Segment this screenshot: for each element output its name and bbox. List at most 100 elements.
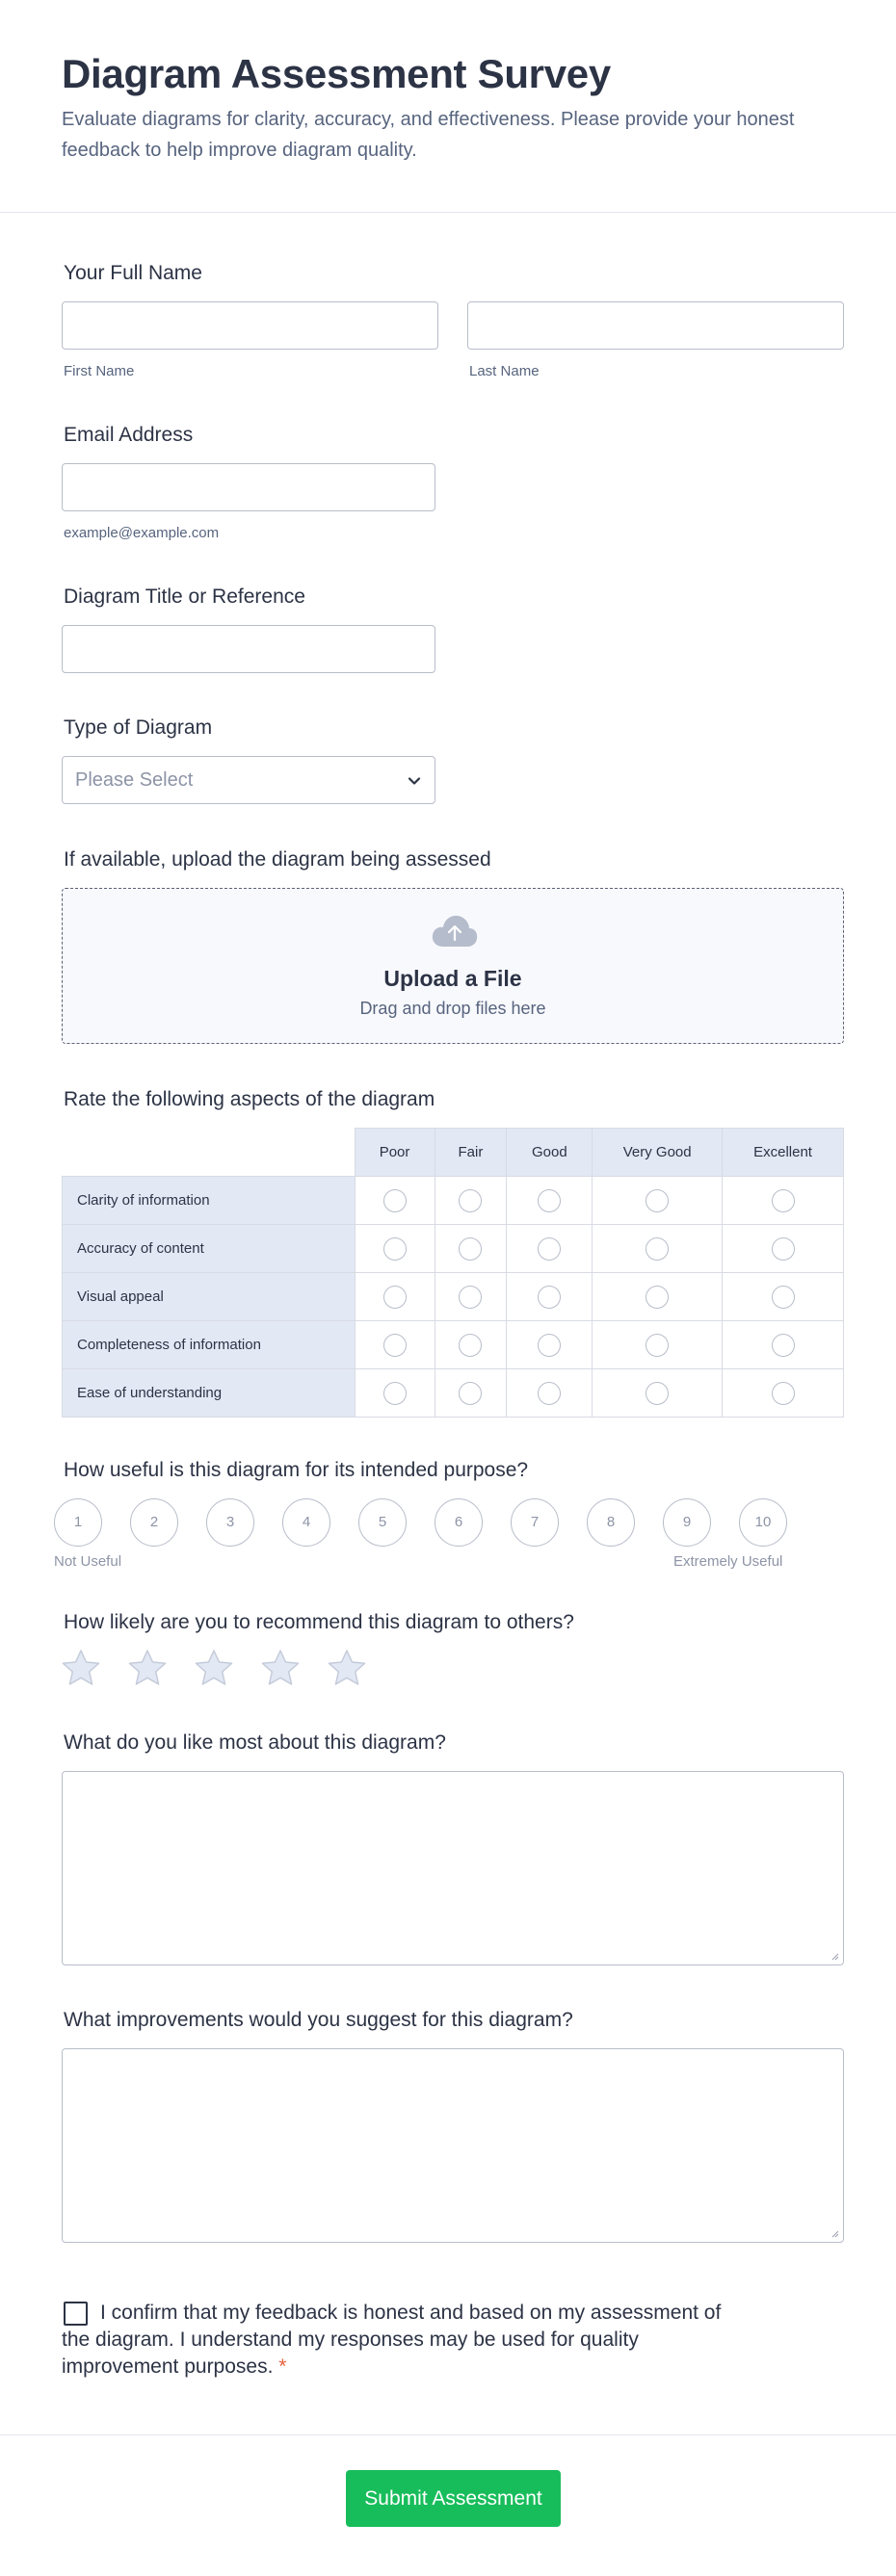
scale-option-1[interactable]: 1 bbox=[54, 1498, 102, 1547]
upload-subtitle: Drag and drop files here bbox=[359, 999, 546, 1018]
matrix-row-label: Ease of understanding bbox=[62, 1368, 356, 1418]
scale-option-9[interactable]: 9 bbox=[663, 1498, 711, 1547]
scale-option-10[interactable]: 10 bbox=[739, 1498, 787, 1547]
matrix-row-label: Completeness of information bbox=[62, 1320, 356, 1369]
required-asterisk: * bbox=[278, 2355, 287, 2378]
resize-grip-icon[interactable] bbox=[830, 1951, 839, 1961]
matrix-column-header: Poor bbox=[354, 1128, 435, 1177]
matrix-radio[interactable] bbox=[538, 1188, 562, 1212]
matrix-radio[interactable] bbox=[459, 1285, 483, 1309]
file-upload-dropzone[interactable]: Upload a File Drag and drop files here bbox=[62, 888, 844, 1044]
footer-divider bbox=[0, 2434, 896, 2435]
matrix-radio[interactable] bbox=[771, 1188, 795, 1212]
scale-option-5[interactable]: 5 bbox=[358, 1498, 407, 1547]
matrix-radio[interactable] bbox=[771, 1333, 795, 1357]
matrix-cell bbox=[592, 1224, 724, 1273]
matrix-cell bbox=[592, 1320, 724, 1369]
matrix-radio[interactable] bbox=[646, 1333, 670, 1357]
star-icon[interactable] bbox=[127, 1649, 168, 1687]
matrix-cell bbox=[434, 1272, 508, 1321]
matrix-radio[interactable] bbox=[382, 1188, 407, 1212]
matrix-radio[interactable] bbox=[538, 1236, 562, 1261]
first-name-sublabel: First Name bbox=[64, 363, 135, 379]
matrix-radio[interactable] bbox=[382, 1381, 407, 1405]
matrix-row: Clarity of information bbox=[62, 1176, 844, 1225]
matrix-radio[interactable] bbox=[646, 1236, 670, 1261]
matrix-radio[interactable] bbox=[382, 1333, 407, 1357]
matrix-cell bbox=[434, 1320, 508, 1369]
matrix-radio[interactable] bbox=[646, 1381, 670, 1405]
matrix-cell bbox=[722, 1224, 844, 1273]
matrix-radio[interactable] bbox=[771, 1236, 795, 1261]
likes-textarea[interactable] bbox=[62, 1771, 844, 1965]
diagram-title-label: Diagram Title or Reference bbox=[64, 585, 305, 608]
diagram-type-select[interactable]: Please Select bbox=[62, 756, 435, 804]
scale-option-7[interactable]: 7 bbox=[511, 1498, 559, 1547]
scale-option-6[interactable]: 6 bbox=[435, 1498, 483, 1547]
page-description: Evaluate diagrams for clarity, accuracy,… bbox=[62, 109, 795, 161]
scale-min-caption: Not Useful bbox=[54, 1553, 122, 1570]
matrix-cell bbox=[506, 1368, 593, 1418]
rating-matrix: Poor Fair Good Very Good Excellent Clari… bbox=[62, 1128, 844, 1418]
matrix-cell bbox=[434, 1368, 508, 1418]
last-name-input[interactable] bbox=[467, 301, 844, 350]
resize-grip-icon[interactable] bbox=[830, 2228, 839, 2238]
matrix-cell bbox=[354, 1224, 435, 1273]
usefulness-label: How useful is this diagram for its inten… bbox=[64, 1459, 529, 1481]
matrix-column-header: Good bbox=[506, 1128, 593, 1177]
last-name-sublabel: Last Name bbox=[469, 363, 540, 379]
matrix-radio[interactable] bbox=[771, 1285, 795, 1309]
matrix-cell bbox=[506, 1320, 593, 1369]
scale-option-3[interactable]: 3 bbox=[206, 1498, 254, 1547]
diagram-title-input[interactable] bbox=[62, 625, 435, 673]
matrix-cell bbox=[722, 1320, 844, 1369]
matrix-radio[interactable] bbox=[459, 1381, 483, 1405]
matrix-row: Ease of understanding bbox=[62, 1368, 844, 1418]
matrix-row: Accuracy of content bbox=[62, 1224, 844, 1273]
matrix-header-row: Poor Fair Good Very Good Excellent bbox=[62, 1128, 844, 1177]
matrix-radio[interactable] bbox=[646, 1188, 670, 1212]
submit-button[interactable]: Submit Assessment bbox=[346, 2470, 561, 2527]
upload-title: Upload a File bbox=[383, 966, 522, 991]
likes-label: What do you like most about this diagram… bbox=[64, 1731, 446, 1754]
scale-option-4[interactable]: 4 bbox=[282, 1498, 330, 1547]
diagram-type-selected: Please Select bbox=[75, 769, 194, 791]
star-icon[interactable] bbox=[61, 1649, 101, 1687]
matrix-cell bbox=[592, 1272, 724, 1321]
email-sublabel: example@example.com bbox=[64, 525, 220, 541]
matrix-column-header: Excellent bbox=[722, 1128, 844, 1177]
first-name-input[interactable] bbox=[62, 301, 438, 350]
page-title: Diagram Assessment Survey bbox=[62, 51, 611, 96]
form-header: Diagram Assessment Survey Evaluate diagr… bbox=[0, 0, 896, 213]
matrix-radio[interactable] bbox=[538, 1285, 562, 1309]
matrix-radio[interactable] bbox=[646, 1285, 670, 1309]
matrix-radio[interactable] bbox=[538, 1381, 562, 1405]
matrix-radio[interactable] bbox=[459, 1188, 483, 1212]
star-icon[interactable] bbox=[260, 1649, 301, 1687]
email-label: Email Address bbox=[64, 424, 194, 446]
email-input[interactable] bbox=[62, 463, 435, 511]
star-icon[interactable] bbox=[194, 1649, 234, 1687]
scale-option-8[interactable]: 8 bbox=[587, 1498, 635, 1547]
matrix-cell bbox=[434, 1224, 508, 1273]
chevron-down-icon bbox=[408, 777, 421, 785]
star-icon[interactable] bbox=[327, 1649, 367, 1687]
matrix-row: Visual appeal bbox=[62, 1272, 844, 1321]
matrix-cell bbox=[354, 1272, 435, 1321]
matrix-radio[interactable] bbox=[538, 1333, 562, 1357]
recommend-label: How likely are you to recommend this dia… bbox=[64, 1611, 574, 1633]
matrix-cell bbox=[722, 1272, 844, 1321]
matrix-radio[interactable] bbox=[382, 1236, 407, 1261]
matrix-cell bbox=[354, 1176, 435, 1225]
matrix-radio[interactable] bbox=[459, 1333, 483, 1357]
matrix-radio[interactable] bbox=[382, 1285, 407, 1309]
diagram-type-label: Type of Diagram bbox=[64, 716, 213, 739]
matrix-radio[interactable] bbox=[459, 1236, 483, 1261]
matrix-cell bbox=[354, 1320, 435, 1369]
matrix-cell bbox=[354, 1368, 435, 1418]
scale-option-2[interactable]: 2 bbox=[130, 1498, 178, 1547]
matrix-radio[interactable] bbox=[771, 1381, 795, 1405]
matrix-row-label: Accuracy of content bbox=[62, 1224, 356, 1273]
matrix-cell bbox=[722, 1368, 844, 1418]
improvements-textarea[interactable] bbox=[62, 2048, 844, 2243]
